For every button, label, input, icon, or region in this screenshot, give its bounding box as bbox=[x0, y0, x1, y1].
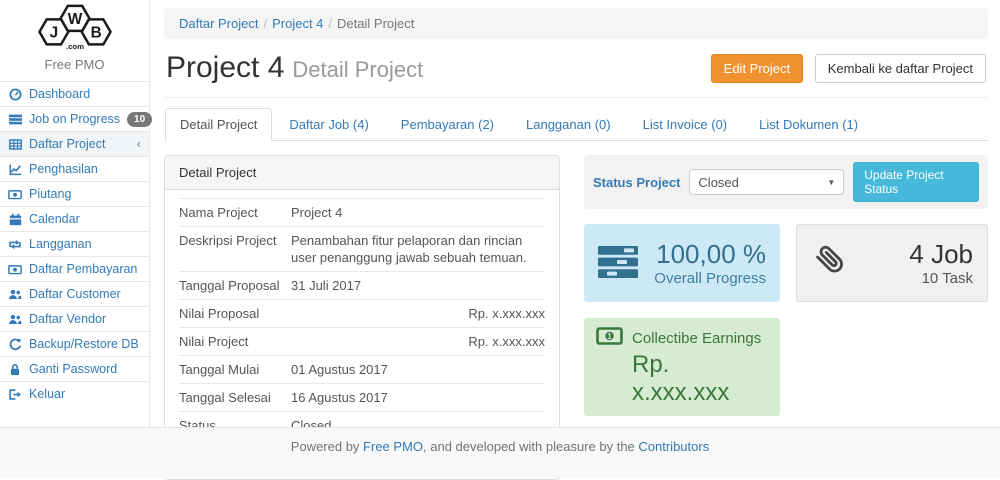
overall-progress-value: 100,00 % bbox=[640, 240, 766, 268]
select-caret-icon: ▼ bbox=[827, 178, 835, 187]
sidebar-item-daftar-project[interactable]: Daftar Project ‹ bbox=[0, 131, 149, 156]
contributors-link[interactable]: Contributors bbox=[638, 439, 709, 454]
table-row: Nilai Project Rp. x.xxx.xxx bbox=[179, 328, 545, 356]
page-subtitle: Detail Project bbox=[292, 57, 423, 82]
header-actions: Edit Project Kembali ke daftar Project bbox=[711, 54, 986, 83]
table-icon bbox=[8, 138, 22, 151]
line-chart-icon bbox=[8, 163, 22, 176]
tasks-icon bbox=[8, 113, 22, 126]
tab-list-invoice[interactable]: List Invoice (0) bbox=[628, 108, 743, 141]
users-icon bbox=[8, 313, 22, 326]
breadcrumb-separator: / bbox=[323, 16, 337, 31]
money-icon bbox=[8, 188, 22, 201]
overall-progress-caption: Overall Progress bbox=[640, 270, 766, 287]
progress-text: 100,00 % Overall Progress bbox=[640, 240, 766, 287]
page-header: Project 4Detail Project Edit Project Kem… bbox=[164, 45, 988, 98]
svg-text:.com: .com bbox=[66, 42, 84, 51]
edit-project-button[interactable]: Edit Project bbox=[711, 54, 803, 83]
jwb-logo: W J B .com bbox=[0, 0, 149, 55]
sidebar-item-ganti-password[interactable]: Ganti Password bbox=[0, 356, 149, 381]
paperclip-icon bbox=[811, 241, 851, 286]
sidebar: W J B .com Free PMO Dashboard Job on Pro… bbox=[0, 0, 150, 427]
sidebar-item-piutang[interactable]: Piutang bbox=[0, 181, 149, 206]
update-project-status-button[interactable]: Update Project Status bbox=[853, 162, 979, 202]
tab-langganan[interactable]: Langganan (0) bbox=[511, 108, 626, 141]
sidebar-item-penghasilan[interactable]: Penghasilan bbox=[0, 156, 149, 181]
status-project-label: Status Project bbox=[593, 175, 680, 190]
table-row: Tanggal Selesai 16 Agustus 2017 bbox=[179, 384, 545, 412]
collectible-earnings-box: 1 Collectibe Earnings Rp. x.xxx.xxx bbox=[584, 318, 780, 416]
footer: Powered by Free PMO, and developed with … bbox=[0, 427, 1000, 478]
svg-text:J: J bbox=[49, 25, 58, 42]
free-pmo-app: W J B .com Free PMO Dashboard Job on Pro… bbox=[0, 0, 1000, 478]
brand-name: Free PMO bbox=[0, 57, 149, 72]
job-count-value: 4 Job bbox=[851, 240, 973, 268]
earnings-value: Rp. x.xxx.xxx bbox=[632, 351, 768, 407]
footer-text: Powered by bbox=[291, 439, 363, 454]
svg-text:B: B bbox=[90, 25, 101, 42]
tab-pembayaran[interactable]: Pembayaran (2) bbox=[386, 108, 509, 141]
overall-progress-box: 100,00 % Overall Progress bbox=[584, 224, 780, 302]
earnings-header: 1 Collectibe Earnings bbox=[596, 327, 768, 349]
status-project-form: Status Project Closed ▼ Update Project S… bbox=[584, 155, 988, 209]
retweet-icon bbox=[8, 238, 22, 251]
lock-icon bbox=[8, 363, 22, 376]
breadcrumb: Daftar Project/Project 4/Detail Project bbox=[164, 8, 988, 39]
tab-daftar-job[interactable]: Daftar Job (4) bbox=[274, 108, 383, 141]
table-row: Nama Project Project 4 bbox=[179, 199, 545, 227]
money-icon bbox=[8, 263, 22, 276]
table-row: Deskripsi Project Penambahan fitur pelap… bbox=[179, 227, 545, 272]
page-title: Project 4Detail Project bbox=[166, 51, 423, 85]
task-count-caption: 10 Task bbox=[851, 270, 973, 287]
jwb-hexagon-logo-icon: W J B .com bbox=[31, 4, 119, 52]
sidebar-item-daftar-customer[interactable]: Daftar Customer bbox=[0, 281, 149, 306]
status-project-select[interactable]: Closed ▼ bbox=[689, 169, 844, 195]
breadcrumb-daftar-project[interactable]: Daftar Project bbox=[179, 16, 258, 31]
sign-out-icon bbox=[8, 388, 22, 401]
tab-list-dokumen[interactable]: List Dokumen (1) bbox=[744, 108, 873, 141]
breadcrumb-separator: / bbox=[258, 16, 272, 31]
sidebar-item-calendar[interactable]: Calendar bbox=[0, 206, 149, 231]
money-big-icon: 1 bbox=[596, 327, 623, 349]
earnings-caption: Collectibe Earnings bbox=[632, 330, 761, 347]
tab-detail-project[interactable]: Detail Project bbox=[165, 108, 272, 141]
users-icon bbox=[8, 288, 22, 301]
sidebar-item-backup-restore-db[interactable]: Backup/Restore DB bbox=[0, 331, 149, 356]
breadcrumb-current: Detail Project bbox=[337, 16, 414, 31]
footer-text: , and developed with pleasure by the bbox=[423, 439, 638, 454]
stats-row: 100,00 % Overall Progress bbox=[584, 224, 988, 302]
panel-title: Detail Project bbox=[165, 156, 559, 190]
back-to-project-list-button[interactable]: Kembali ke daftar Project bbox=[815, 54, 986, 83]
free-pmo-link[interactable]: Free PMO bbox=[363, 439, 423, 454]
svg-text:1: 1 bbox=[607, 332, 612, 341]
project-tabs: Detail Project Daftar Job (4) Pembayaran… bbox=[164, 108, 988, 141]
chevron-left-icon: ‹ bbox=[137, 136, 143, 152]
sidebar-item-dashboard[interactable]: Dashboard bbox=[0, 81, 149, 106]
breadcrumb-project-4[interactable]: Project 4 bbox=[272, 16, 323, 31]
selected-status: Closed bbox=[698, 175, 738, 190]
sidebar-item-daftar-vendor[interactable]: Daftar Vendor bbox=[0, 306, 149, 331]
sidebar-item-daftar-pembayaran[interactable]: Daftar Pembayaran bbox=[0, 256, 149, 281]
sidebar-item-langganan[interactable]: Langganan bbox=[0, 231, 149, 256]
tasks-big-icon bbox=[598, 245, 640, 282]
table-row: Tanggal Proposal 31 Juli 2017 bbox=[179, 272, 545, 300]
job-task-box: 4 Job 10 Task bbox=[796, 224, 988, 302]
job-task-text: 4 Job 10 Task bbox=[851, 240, 973, 287]
dashboard-icon bbox=[8, 88, 22, 101]
main-content: Daftar Project/Project 4/Detail Project … bbox=[150, 0, 1000, 480]
calendar-icon bbox=[8, 213, 22, 226]
table-row: Nilai Proposal Rp. x.xxx.xxx bbox=[179, 300, 545, 328]
job-count-badge: 10 bbox=[127, 112, 152, 127]
sidebar-item-keluar[interactable]: Keluar bbox=[0, 381, 149, 406]
table-row: Tanggal Mulai 01 Agustus 2017 bbox=[179, 356, 545, 384]
svg-text:W: W bbox=[67, 11, 82, 28]
refresh-icon bbox=[8, 338, 22, 351]
sidebar-item-job-on-progress[interactable]: Job on Progress 10 bbox=[0, 106, 149, 131]
